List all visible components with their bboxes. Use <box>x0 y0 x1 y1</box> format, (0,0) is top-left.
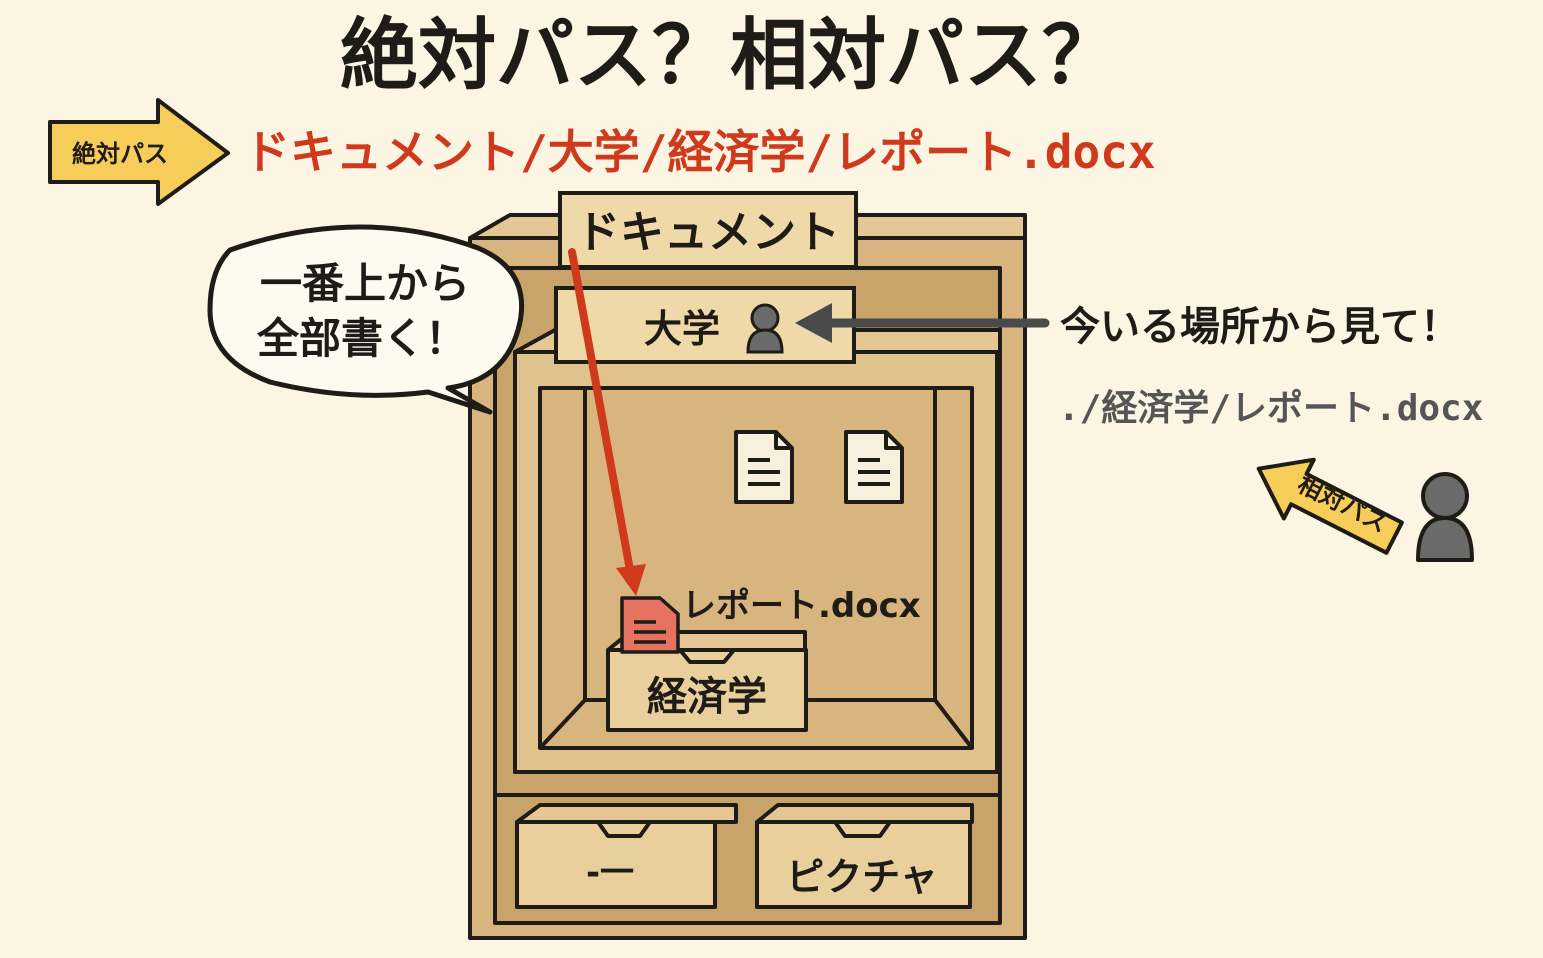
document-icon <box>734 430 794 504</box>
document-icon <box>844 430 904 504</box>
absolute-path-text: ドキュメント/大学/経済学/レポート.docx <box>244 125 1156 179</box>
relative-path-text: ./経済学/レポート.docx <box>1058 387 1483 429</box>
person-icon <box>1416 472 1474 562</box>
relative-caption: 今いる場所から見て！ <box>1060 304 1460 350</box>
report-file-label: レポート.docx <box>682 586 921 626</box>
report-file-icon <box>620 596 680 654</box>
economics-drawer-label: 経済学 <box>647 674 767 720</box>
absolute-arrow-label: 絶対パス <box>72 140 168 168</box>
root-folder-label: ドキュメント <box>576 207 840 258</box>
pictures-drawer-label: ピクチャ <box>786 855 938 899</box>
university-folder-label: 大学 <box>644 307 720 351</box>
bottom-drawer-left-label: -一 <box>586 853 634 893</box>
bubble-line-2: 全部書く！ <box>256 314 467 363</box>
page-title: 絶対パス？相対パス？ <box>340 11 1120 101</box>
path-diagram: 絶対パス？相対パス？ 絶対パス ドキュメント/大学/経済学/レポート.docx … <box>48 11 1483 940</box>
bubble-line-1: 一番上から <box>260 259 470 308</box>
